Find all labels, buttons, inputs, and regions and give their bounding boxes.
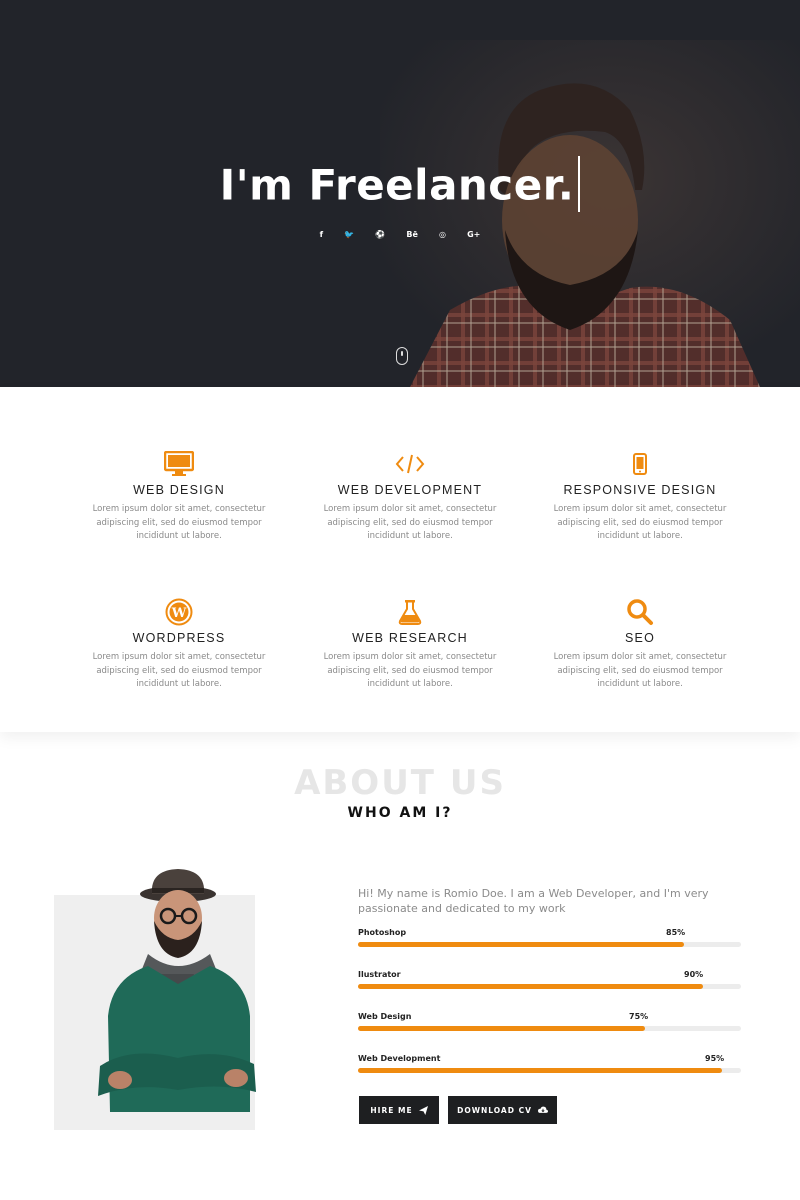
behance-icon[interactable]: Bē (406, 230, 418, 239)
skill-progress-track (358, 942, 741, 947)
skill-percent: 90% (684, 970, 704, 979)
skill-percent: 75% (629, 1012, 649, 1021)
skill-percent: 95% (705, 1054, 725, 1063)
skill-web-design: Web Design 75% (358, 1012, 742, 1031)
skill-name: Web Design (358, 1012, 412, 1021)
code-icon (310, 449, 510, 479)
service-description: Lorem ipsum dolor sit amet, consectetur … (323, 652, 497, 689)
mobile-icon (540, 449, 740, 479)
about-background-title: ABOUT US (294, 763, 506, 803)
cloud-download-icon (537, 1106, 548, 1113)
skill-progress-fill (358, 942, 684, 947)
service-title: WORDPRESS (132, 631, 226, 645)
google-plus-icon[interactable]: G+ (467, 230, 480, 239)
facebook-icon[interactable]: f (320, 230, 323, 239)
skill-progress-track (358, 1068, 741, 1073)
skill-progress-fill (358, 984, 703, 989)
paper-plane-icon (418, 1105, 428, 1115)
typing-cursor (578, 156, 581, 212)
services-section: WEB DESIGN Lorem ipsum dolor sit amet, c… (0, 387, 800, 732)
service-title: WEB DEVELOPMENT (337, 483, 483, 497)
profile-photo (98, 869, 256, 1112)
service-description: Lorem ipsum dolor sit amet, consectetur … (553, 504, 727, 541)
skill-progress-track (358, 1026, 741, 1031)
service-web-design: WEB DESIGN Lorem ipsum dolor sit amet, c… (79, 449, 279, 544)
service-description: Lorem ipsum dolor sit amet, consectetur … (553, 652, 727, 689)
about-intro-text: Hi! My name is Romio Doe. I am a Web Dev… (358, 887, 709, 915)
hero-section: I'm Freelancer. f 🐦 ⚽ Bē ◎ G+ (0, 0, 800, 387)
skill-web-development: Web Development 95% (358, 1054, 742, 1073)
skill-progress-fill (358, 1068, 722, 1073)
service-title: RESPONSIVE DESIGN (563, 483, 717, 497)
svg-text:W: W (171, 606, 187, 621)
service-title: SEO (625, 631, 655, 645)
monitor-icon (79, 449, 279, 479)
hire-me-label: HIRE ME (370, 1105, 413, 1115)
service-web-development: WEB DEVELOPMENT Lorem ipsum dolor sit am… (310, 449, 510, 544)
github-icon[interactable]: ◎ (439, 230, 446, 239)
service-title: WEB RESEARCH (352, 631, 468, 645)
service-description: Lorem ipsum dolor sit amet, consectetur … (92, 652, 266, 689)
flask-icon (310, 597, 510, 627)
wordpress-icon: W (79, 597, 279, 627)
twitter-icon[interactable]: 🐦 (344, 230, 354, 239)
service-web-research: WEB RESEARCH Lorem ipsum dolor sit amet,… (310, 597, 510, 692)
hire-me-button[interactable]: HIRE ME (359, 1096, 439, 1124)
service-description: Lorem ipsum dolor sit amet, consectetur … (323, 504, 497, 541)
service-title: WEB DESIGN (133, 483, 225, 497)
skill-progress-fill (358, 1026, 646, 1031)
hero-title-text: I'm Freelancer. (219, 160, 575, 210)
hero-title: I'm Freelancer. (0, 156, 800, 216)
skill-ilustrator: Ilustrator 90% (358, 970, 742, 989)
dribbble-icon[interactable]: ⚽ (375, 230, 385, 239)
service-description: Lorem ipsum dolor sit amet, consectetur … (92, 504, 266, 541)
download-cv-button[interactable]: DOWNLOAD CV (448, 1096, 557, 1124)
service-seo: SEO Lorem ipsum dolor sit amet, consecte… (540, 597, 740, 692)
skill-progress-track (358, 984, 741, 989)
skill-photoshop: Photoshop 85% (358, 928, 742, 947)
service-wordpress: W WORDPRESS Lorem ipsum dolor sit amet, … (79, 597, 279, 692)
about-subtitle: WHO AM I? (347, 805, 453, 821)
download-cv-label: DOWNLOAD CV (457, 1105, 532, 1115)
scroll-mouse-icon[interactable] (396, 347, 408, 365)
search-icon (540, 597, 740, 627)
skill-percent: 85% (666, 928, 686, 937)
skill-name: Web Development (358, 1054, 441, 1063)
service-responsive-design: RESPONSIVE DESIGN Lorem ipsum dolor sit … (540, 449, 740, 544)
social-links: f 🐦 ⚽ Bē ◎ G+ (0, 222, 800, 241)
